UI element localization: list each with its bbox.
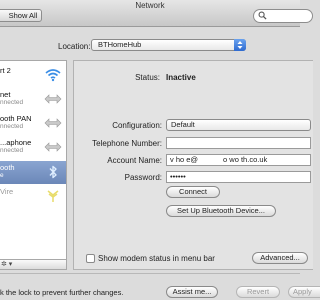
- service-status: nnected: [0, 123, 24, 130]
- service-item-bluetooth[interactable]: ooth e: [0, 161, 66, 184]
- account-name-field[interactable]: v ho e@ o wo th.co.uk: [166, 154, 311, 166]
- firewire-icon: [47, 190, 59, 202]
- service-name: ...aphone: [0, 138, 32, 147]
- ethernet-arrows-icon: [44, 118, 62, 128]
- sidebar-toolbar: ✲ ▾: [0, 259, 67, 270]
- ethernet-arrows-icon: [44, 142, 62, 152]
- service-list[interactable]: rt 2 net nnected ooth PAN nnected ...aph…: [0, 60, 67, 260]
- show-all-button[interactable]: Show All: [0, 9, 42, 22]
- modem-status-checkbox[interactable]: [86, 254, 95, 263]
- configuration-select[interactable]: Default: [166, 119, 311, 131]
- service-item-ethernet[interactable]: net nnected: [0, 88, 66, 111]
- service-item-airport[interactable]: rt 2: [0, 64, 66, 87]
- apply-button[interactable]: Apply: [288, 286, 320, 298]
- location-label: Location:: [58, 42, 91, 51]
- service-name: rt 2: [0, 66, 11, 75]
- service-name: ooth: [0, 163, 15, 172]
- connect-button[interactable]: Connect: [166, 186, 220, 198]
- service-item-bluetooth-pan[interactable]: ooth PAN nnected: [0, 112, 66, 135]
- password-label: Password:: [124, 173, 162, 182]
- service-status: nnected: [0, 99, 24, 106]
- service-status: nnected: [0, 147, 24, 154]
- password-field[interactable]: ••••••: [166, 171, 311, 183]
- service-name: net: [0, 90, 11, 99]
- advanced-button[interactable]: Advanced...: [252, 252, 308, 264]
- window-title: Network: [135, 1, 165, 10]
- revert-button[interactable]: Revert: [236, 286, 280, 298]
- search-icon: [258, 11, 267, 20]
- service-item-firewire[interactable]: Vire: [0, 185, 66, 208]
- search-input[interactable]: [253, 9, 313, 23]
- gear-menu-button[interactable]: ✲ ▾: [1, 261, 15, 269]
- modem-status-label: Show modem status in menu bar: [98, 254, 215, 263]
- account-name-label: Account Name:: [107, 156, 162, 165]
- configuration-value: Default: [171, 120, 195, 129]
- assist-me-button[interactable]: Assist me...: [166, 286, 218, 298]
- popup-arrows-icon: [234, 39, 246, 51]
- bluetooth-icon: [49, 165, 57, 179]
- telephone-label: Telephone Number:: [92, 139, 162, 148]
- configuration-label: Configuration:: [112, 121, 162, 130]
- ethernet-arrows-icon: [44, 94, 62, 104]
- window-toolbar: Network Show All: [0, 0, 313, 27]
- service-name: ooth PAN: [0, 114, 32, 123]
- status-label: Status:: [135, 73, 160, 82]
- service-status: e: [0, 172, 4, 179]
- location-value: BTHomeHub: [98, 40, 142, 49]
- status-value: Inactive: [166, 73, 196, 82]
- wifi-icon: [45, 69, 61, 82]
- location-select[interactable]: BTHomeHub: [91, 39, 246, 51]
- service-name: Vire: [0, 187, 14, 196]
- service-item-iphone[interactable]: ...aphone nnected: [0, 136, 66, 159]
- divider: [0, 273, 300, 274]
- telephone-field[interactable]: [166, 137, 311, 149]
- lock-instructions: k the lock to prevent further changes.: [0, 288, 124, 297]
- setup-bluetooth-device-button[interactable]: Set Up Bluetooth Device...: [166, 205, 276, 217]
